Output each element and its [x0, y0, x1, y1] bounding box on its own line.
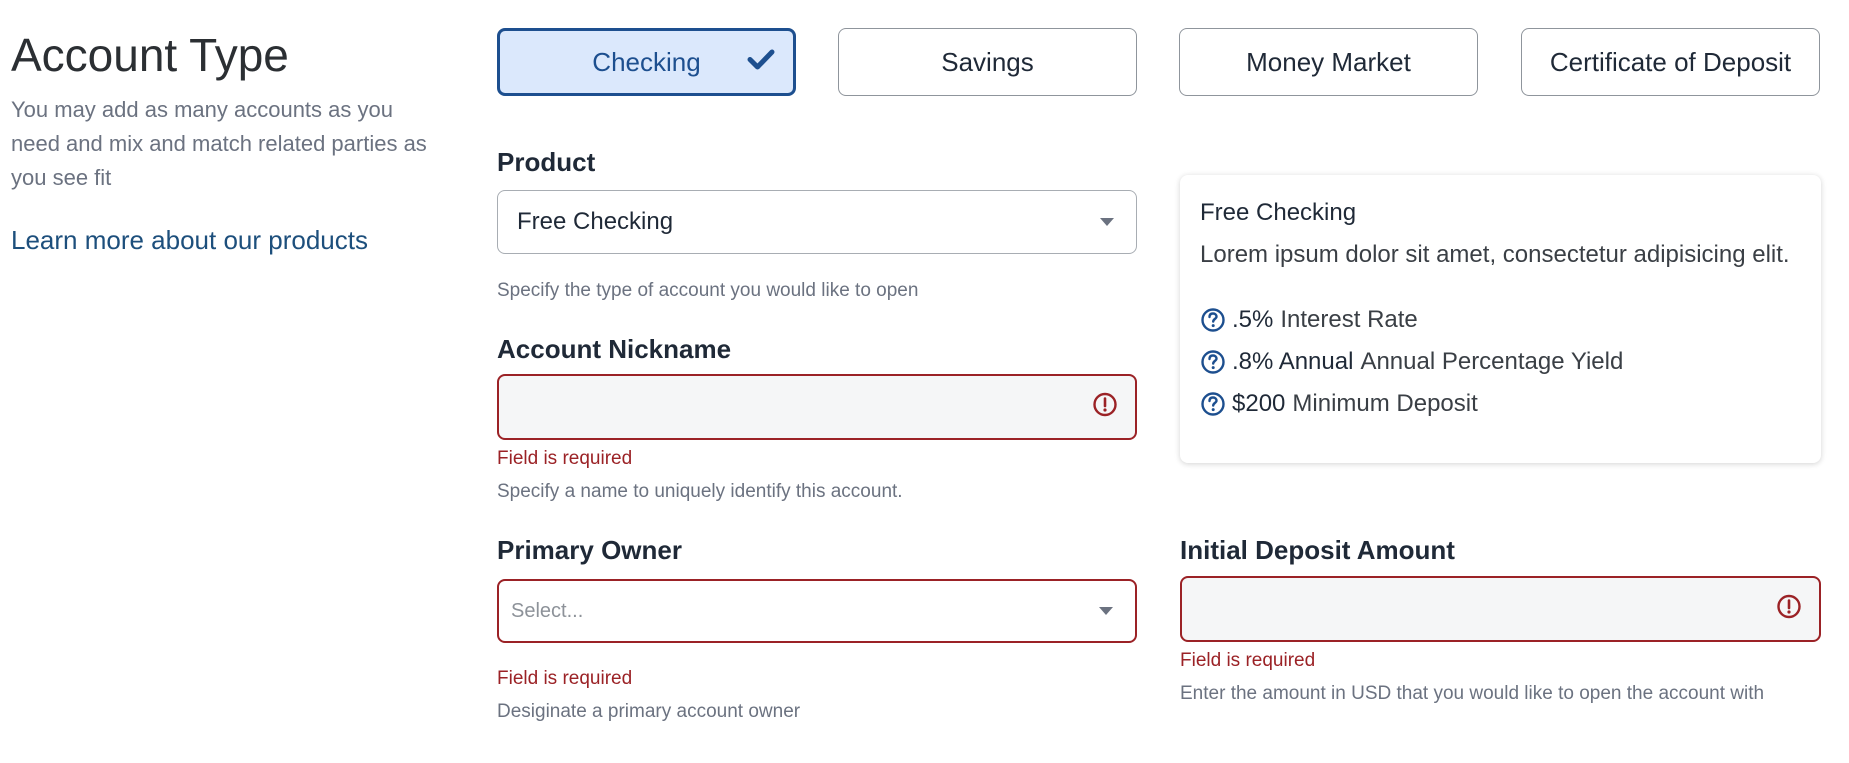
- product-select-value: Free Checking: [517, 208, 674, 235]
- page-title: Account Type: [11, 29, 289, 81]
- initial-deposit-input[interactable]: [1180, 576, 1821, 642]
- account-nickname-label: Account Nickname: [497, 334, 732, 364]
- primary-owner-error: Field is required: [497, 668, 633, 689]
- feature-value: $200: [1232, 390, 1286, 417]
- feature-label: Annual Percentage Yield: [1360, 348, 1624, 375]
- alert-circle-icon: [1776, 594, 1802, 625]
- product-card-description: Lorem ipsum dolor sit amet, consectetur …: [1200, 241, 1790, 268]
- product-feature-minimum-deposit: $200 Minimum Deposit: [1200, 390, 1478, 418]
- question-circle-icon[interactable]: [1200, 307, 1226, 333]
- chevron-down-icon: [1099, 607, 1113, 615]
- primary-owner-select[interactable]: Select...: [497, 579, 1137, 643]
- initial-deposit-label: Initial Deposit Amount: [1180, 535, 1455, 565]
- account-nickname-error: Field is required: [497, 448, 633, 469]
- initial-deposit-help-text: Enter the amount in USD that you would l…: [1180, 683, 1765, 704]
- product-select[interactable]: Free Checking: [497, 190, 1137, 254]
- product-label: Product: [497, 147, 596, 177]
- primary-owner-help-text: Desiginate a primary account owner: [497, 701, 801, 722]
- certificate-of-deposit-button[interactable]: Certificate of Deposit: [1521, 28, 1820, 96]
- certificate-of-deposit-button-label: Certificate of Deposit: [1549, 46, 1792, 77]
- account-nickname-input[interactable]: [497, 374, 1137, 440]
- product-card-title: Free Checking: [1200, 199, 1357, 226]
- savings-button[interactable]: Savings: [838, 28, 1137, 96]
- product-feature-interest-rate: .5% Interest Rate: [1200, 306, 1418, 334]
- primary-owner-placeholder: Select...: [511, 599, 584, 622]
- primary-owner-label: Primary Owner: [497, 535, 682, 565]
- account-nickname-help-text: Specify a name to uniquely identify this…: [497, 481, 903, 502]
- question-circle-icon[interactable]: [1200, 349, 1226, 375]
- account-type-intro: Account Type You may add as many account…: [11, 26, 431, 256]
- product-help-text: Specify the type of account you would li…: [497, 280, 919, 301]
- feature-value: .8% Annual: [1232, 348, 1354, 375]
- money-market-button[interactable]: Money Market: [1179, 28, 1478, 96]
- initial-deposit-error: Field is required: [1180, 650, 1316, 671]
- feature-value: .5%: [1232, 306, 1274, 333]
- savings-button-label: Savings: [941, 46, 1034, 77]
- page-description: You may add as many accounts as you need…: [11, 97, 427, 190]
- alert-circle-icon: [1092, 392, 1118, 423]
- question-circle-icon[interactable]: [1200, 391, 1226, 417]
- money-market-button-label: Money Market: [1246, 46, 1411, 77]
- feature-label: Minimum Deposit: [1292, 390, 1478, 417]
- feature-label: Interest Rate: [1280, 306, 1418, 333]
- checking-button-label: Checking: [592, 46, 701, 77]
- product-info-card: Free Checking Lorem ipsum dolor sit amet…: [1180, 175, 1821, 463]
- check-icon: [747, 47, 775, 78]
- chevron-down-icon: [1100, 218, 1114, 226]
- checking-button[interactable]: Checking: [497, 28, 796, 96]
- product-feature-apy: .8% Annual Annual Percentage Yield: [1200, 348, 1623, 376]
- learn-more-link[interactable]: Learn more about our products: [11, 225, 431, 256]
